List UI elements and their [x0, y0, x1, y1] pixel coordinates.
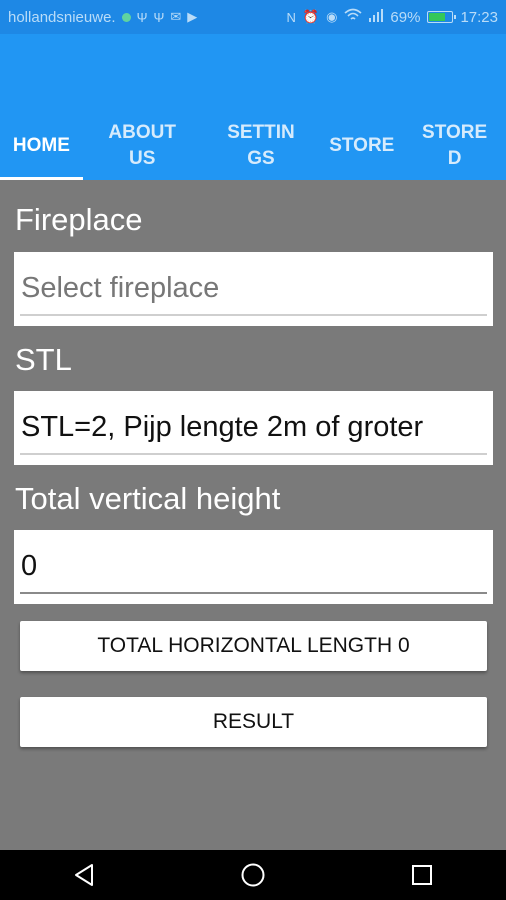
- play-store-icon: ▶: [187, 9, 198, 24]
- back-button[interactable]: [54, 850, 114, 900]
- home-button[interactable]: [223, 850, 283, 900]
- fireplace-select[interactable]: Select fireplace: [14, 252, 493, 326]
- height-label: Total vertical height: [15, 481, 281, 516]
- recents-button[interactable]: [392, 850, 452, 900]
- tab-stored-label: STORED: [422, 122, 488, 169]
- navigation-bar: [0, 850, 506, 900]
- signal-icon: [369, 8, 384, 26]
- alarm-icon: ⏰: [302, 9, 320, 24]
- result-button[interactable]: RESULT: [20, 697, 487, 747]
- mail-icon: ✉: [170, 9, 182, 24]
- status-bar: hollandsnieuwe. Ψ Ψ ✉ ▶ N ⏰ ◉ 69% 17:23: [0, 0, 506, 34]
- usb-icon: Ψ: [136, 9, 148, 25]
- tab-home[interactable]: HOME: [0, 112, 83, 180]
- back-icon: [75, 864, 94, 886]
- tab-settings[interactable]: SETTINGS: [202, 112, 321, 180]
- whatsapp-dot-icon: [121, 12, 131, 22]
- system-icons: N ⏰ ◉ 69% 17:23: [286, 8, 498, 26]
- stl-underline: [20, 453, 487, 455]
- wifi-icon: [344, 8, 362, 26]
- horizontal-length-button[interactable]: TOTAL HORIZONTAL LENGTH 0: [20, 621, 487, 671]
- fireplace-underline: [20, 314, 487, 316]
- height-underline: [20, 592, 487, 594]
- eye-icon: ◉: [326, 9, 338, 24]
- tab-stored[interactable]: STORED: [403, 112, 506, 180]
- nfc-icon: N: [286, 9, 296, 25]
- tab-aboutus[interactable]: ABOUTUS: [83, 112, 202, 180]
- tab-bar: HOME ABOUTUS SETTINGS STORE STORED: [0, 112, 506, 180]
- stl-select[interactable]: STL=2, Pijp lengte 2m of groter: [14, 391, 493, 465]
- fireplace-placeholder: Select fireplace: [21, 272, 220, 304]
- stl-label: STL: [15, 342, 72, 377]
- tab-store[interactable]: STORE: [320, 112, 403, 180]
- tab-home-label: HOME: [12, 135, 70, 156]
- height-value: 0: [21, 550, 38, 582]
- notification-text: hollandsnieuwe.: [8, 8, 116, 26]
- home-circle-icon: [241, 863, 265, 887]
- usb-icon: Ψ: [153, 9, 165, 25]
- battery-icon: [427, 11, 457, 23]
- tab-aboutus-label: ABOUTUS: [108, 122, 176, 169]
- tab-settings-label: SETTINGS: [227, 122, 295, 169]
- stl-value: STL=2, Pijp lengte 2m of groter: [21, 411, 424, 443]
- recents-square-icon: [411, 865, 432, 885]
- fireplace-label: Fireplace: [15, 202, 143, 237]
- status-time: 17:23: [460, 8, 498, 26]
- tab-store-label: STORE: [329, 135, 395, 156]
- notification-area: hollandsnieuwe. Ψ Ψ ✉ ▶: [8, 9, 287, 26]
- battery-percent: 69%: [390, 8, 421, 26]
- main-content: Fireplace Select fireplace STL STL=2, Pi…: [0, 180, 506, 850]
- height-input[interactable]: 0: [14, 530, 493, 604]
